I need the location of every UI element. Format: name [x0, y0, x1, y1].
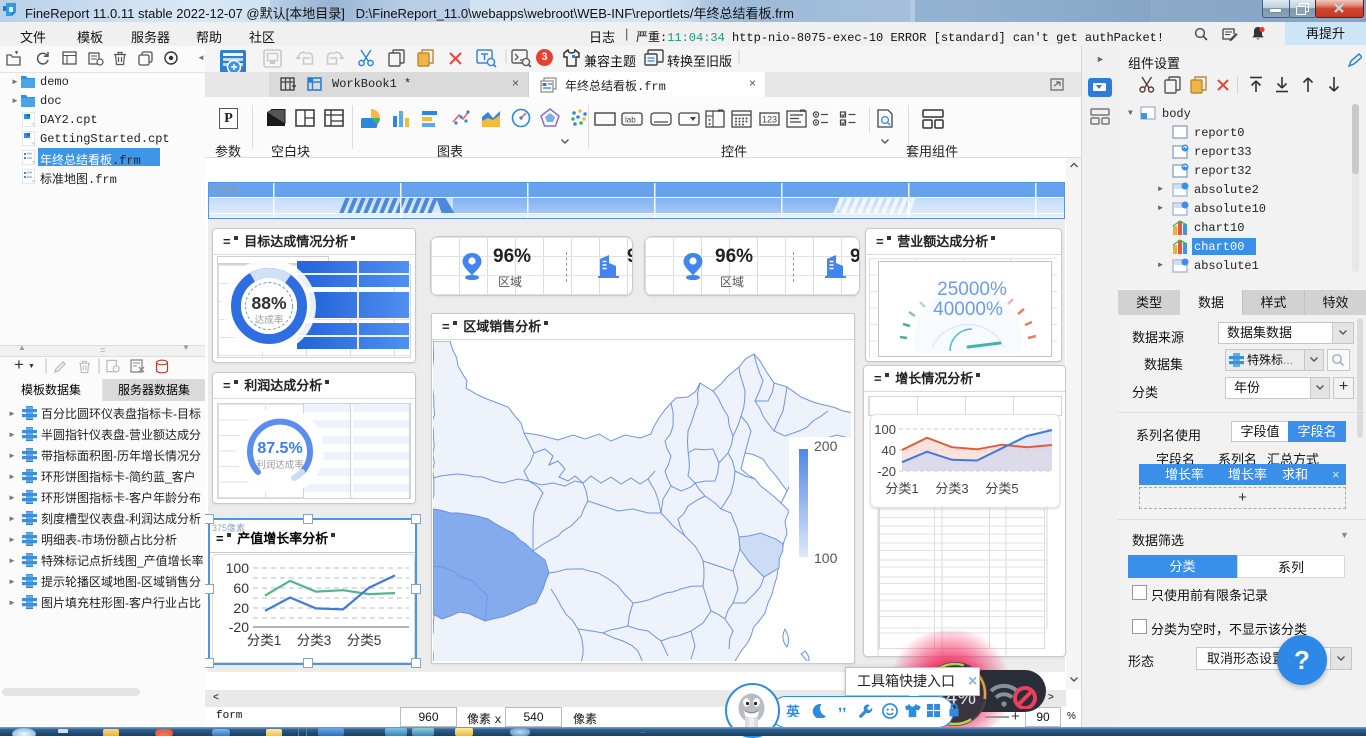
svg-text:40: 40 — [882, 443, 896, 458]
svg-text:87.5%: 87.5% — [257, 440, 302, 457]
svg-text:分类5: 分类5 — [347, 633, 382, 648]
svg-text:200: 200 — [814, 438, 838, 454]
svg-text:88%: 88% — [251, 293, 286, 313]
svg-text:利润达成率: 利润达成率 — [256, 459, 304, 471]
svg-text:分类5: 分类5 — [985, 481, 1018, 496]
svg-text:100: 100 — [226, 560, 250, 576]
svg-text:-20: -20 — [877, 464, 896, 479]
svg-text:60: 60 — [233, 580, 249, 596]
svg-text:分类1: 分类1 — [885, 481, 918, 496]
svg-text:20: 20 — [233, 600, 249, 616]
svg-text:分类3: 分类3 — [935, 481, 968, 496]
svg-text:25000%: 25000% — [937, 279, 1007, 300]
svg-text:40000%: 40000% — [933, 299, 1003, 320]
svg-text:100: 100 — [814, 550, 838, 566]
svg-text:分类1: 分类1 — [247, 633, 282, 648]
svg-text:100: 100 — [874, 422, 896, 437]
svg-text:分类3: 分类3 — [297, 633, 332, 648]
svg-text:123: 123 — [762, 115, 777, 125]
svg-text:lab: lab — [625, 116, 636, 125]
svg-text:达成率: 达成率 — [255, 314, 284, 326]
